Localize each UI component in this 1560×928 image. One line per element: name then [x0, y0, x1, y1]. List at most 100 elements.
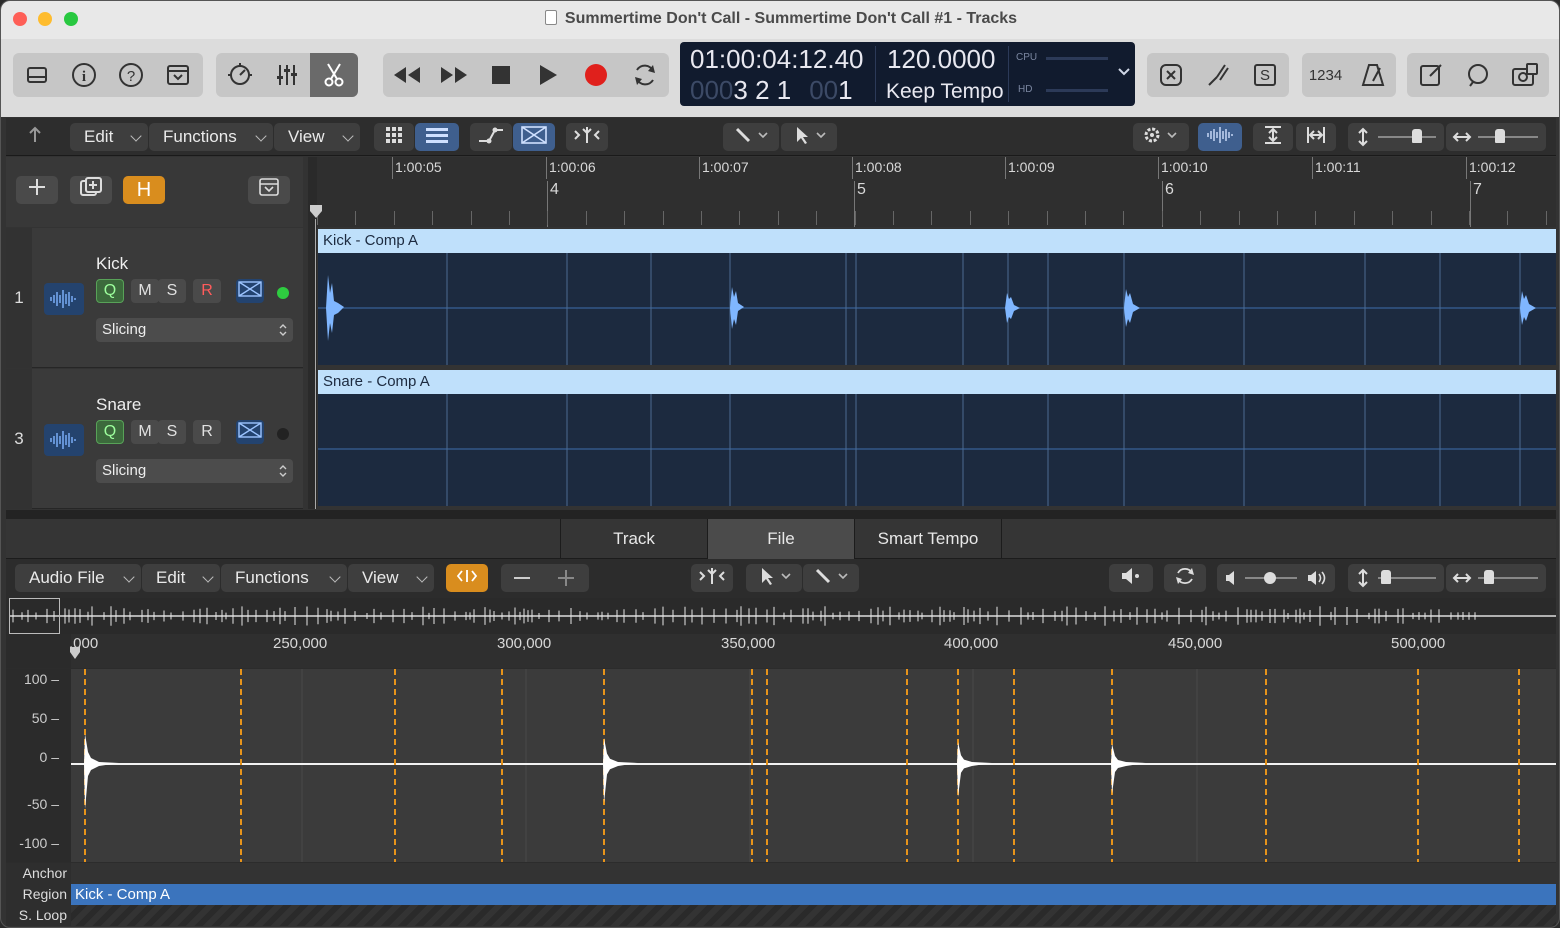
track-list-menu[interactable]: [248, 176, 290, 204]
mute-button[interactable]: M: [131, 420, 159, 444]
slider-thumb[interactable]: [1412, 129, 1422, 143]
back-button[interactable]: [15, 123, 55, 151]
flex-on-off-button[interactable]: [236, 279, 264, 303]
flex-on-off-button[interactable]: [236, 420, 264, 444]
toolbar-button[interactable]: [154, 53, 201, 97]
slider-thumb[interactable]: [1495, 129, 1505, 143]
file-pointer-tool-menu[interactable]: [746, 564, 802, 592]
file-playhead-icon[interactable]: [70, 647, 80, 666]
left-click-tool-menu[interactable]: [723, 123, 779, 151]
waveform-zoom-button[interactable]: [1198, 123, 1242, 151]
view-menu[interactable]: View: [274, 123, 360, 151]
hide-tracks-button[interactable]: H: [123, 176, 165, 204]
slider-thumb[interactable]: [1484, 570, 1494, 584]
list-editors-button[interactable]: [1407, 53, 1454, 97]
file-functions-menu[interactable]: Functions: [221, 564, 347, 592]
edit-menu[interactable]: Edit: [70, 123, 148, 151]
command-click-tool-menu[interactable]: [781, 123, 837, 151]
cycle-button[interactable]: [620, 53, 669, 97]
pane-divider[interactable]: [6, 510, 1556, 519]
tab-file[interactable]: File: [707, 519, 854, 559]
settings-menu[interactable]: [1133, 123, 1189, 151]
catch-button[interactable]: [566, 123, 608, 151]
editors-button[interactable]: [310, 53, 358, 97]
grid-view-button[interactable]: [374, 123, 414, 151]
plus-icon[interactable]: [557, 569, 575, 592]
tempo-mode[interactable]: Keep Tempo: [886, 80, 1004, 104]
file-view-menu[interactable]: View: [348, 564, 434, 592]
record-enable-button[interactable]: R: [193, 420, 221, 444]
horizontal-auto-zoom-button[interactable]: [1296, 123, 1336, 151]
waveform-overview[interactable]: [9, 598, 1556, 634]
vertical-auto-zoom-button[interactable]: [1253, 123, 1293, 151]
volume-slider[interactable]: [1217, 564, 1335, 592]
track-name[interactable]: Snare: [96, 395, 141, 415]
duplicate-track-button[interactable]: [70, 176, 112, 204]
solo-mode-button[interactable]: S: [1241, 53, 1289, 97]
prelisten-button[interactable]: [1109, 564, 1153, 592]
sample-ruler[interactable]: ,000 250,000 300,000 350,000 400,000 450,000 5…: [69, 634, 1556, 668]
slider-thumb[interactable]: [1381, 570, 1391, 584]
smart-controls-button[interactable]: [216, 53, 263, 97]
file-pencil-tool-menu[interactable]: [803, 564, 859, 592]
file-horizontal-zoom-slider[interactable]: [1446, 564, 1546, 592]
tab-track[interactable]: Track: [560, 519, 707, 559]
quantize-lock-button[interactable]: Q: [96, 420, 124, 444]
replace-button[interactable]: [1147, 53, 1194, 97]
track-header-snare[interactable]: 3 Snare Q M S R Slicing: [6, 369, 303, 509]
stop-button[interactable]: [477, 53, 524, 97]
overview-visible-area[interactable]: [9, 598, 60, 634]
cycle-audition-button[interactable]: [1164, 564, 1206, 592]
notes-button[interactable]: [1454, 53, 1501, 97]
tab-smart-tempo[interactable]: Smart Tempo: [854, 519, 1002, 559]
region-lane-region[interactable]: Kick - Comp A: [71, 884, 1556, 905]
vertical-zoom-slider[interactable]: [1348, 123, 1444, 151]
quantize-lock-button[interactable]: Q: [96, 279, 124, 303]
region-kick-comp-a[interactable]: Kick - Comp A: [318, 229, 1556, 365]
mixer-button[interactable]: [263, 53, 310, 97]
sloop-lane[interactable]: [71, 905, 1556, 926]
record-enable-button[interactable]: R: [193, 279, 221, 303]
play-button[interactable]: [524, 53, 572, 97]
browsers-button[interactable]: [1501, 53, 1549, 97]
lcd-menu-chevron-icon[interactable]: [1117, 65, 1131, 84]
flex-button[interactable]: [513, 123, 555, 151]
link-button[interactable]: [446, 564, 488, 592]
region-snare-comp-a[interactable]: Snare - Comp A: [318, 370, 1556, 506]
minus-icon[interactable]: [513, 569, 531, 592]
inspector-button[interactable]: i: [60, 53, 107, 97]
track-status-indicator: [277, 287, 289, 299]
timeline-ruler[interactable]: 1:00:05 1:00:06 1:00:07 1:00:08 1:00:09 1:00:…: [317, 157, 1556, 227]
slider-thumb[interactable]: [1264, 572, 1276, 584]
file-edit-menu[interactable]: Edit: [142, 564, 220, 592]
playhead-marker-icon[interactable]: [310, 205, 322, 224]
metronome-button[interactable]: [1349, 53, 1396, 97]
flex-mode-select[interactable]: Slicing: [96, 459, 293, 483]
file-catch-button[interactable]: [691, 564, 733, 592]
record-button[interactable]: [572, 53, 620, 97]
mute-button[interactable]: M: [131, 279, 159, 303]
pencil-icon: [813, 566, 849, 591]
functions-menu[interactable]: Functions: [149, 123, 273, 151]
lcd-display[interactable]: 01:00:04:12.40 0003 2 1 001 120.0000 Keep…: [680, 42, 1135, 106]
tuner-button[interactable]: [1194, 53, 1241, 97]
list-view-button[interactable]: [415, 123, 459, 151]
solo-button[interactable]: S: [158, 279, 186, 303]
add-track-button[interactable]: [16, 176, 58, 204]
tempo-value[interactable]: 120.0000: [887, 44, 995, 75]
file-vertical-zoom-slider[interactable]: [1348, 564, 1444, 592]
automation-button[interactable]: [470, 123, 512, 151]
track-header-kick[interactable]: 1 Kick Q M S R Slicing: [6, 228, 303, 368]
horizontal-zoom-slider[interactable]: [1446, 123, 1546, 151]
waveform-display[interactable]: [71, 669, 1556, 862]
fast-forward-button[interactable]: [430, 53, 477, 97]
solo-button[interactable]: S: [158, 420, 186, 444]
quick-help-button[interactable]: ?: [107, 53, 154, 97]
anchor-lane[interactable]: [71, 863, 1556, 884]
rewind-button[interactable]: [383, 53, 430, 97]
track-name[interactable]: Kick: [96, 254, 128, 274]
library-button[interactable]: [13, 53, 60, 97]
audio-file-menu[interactable]: Audio File: [15, 564, 141, 592]
count-in-button[interactable]: 1234: [1302, 53, 1349, 97]
flex-mode-select[interactable]: Slicing: [96, 318, 293, 342]
